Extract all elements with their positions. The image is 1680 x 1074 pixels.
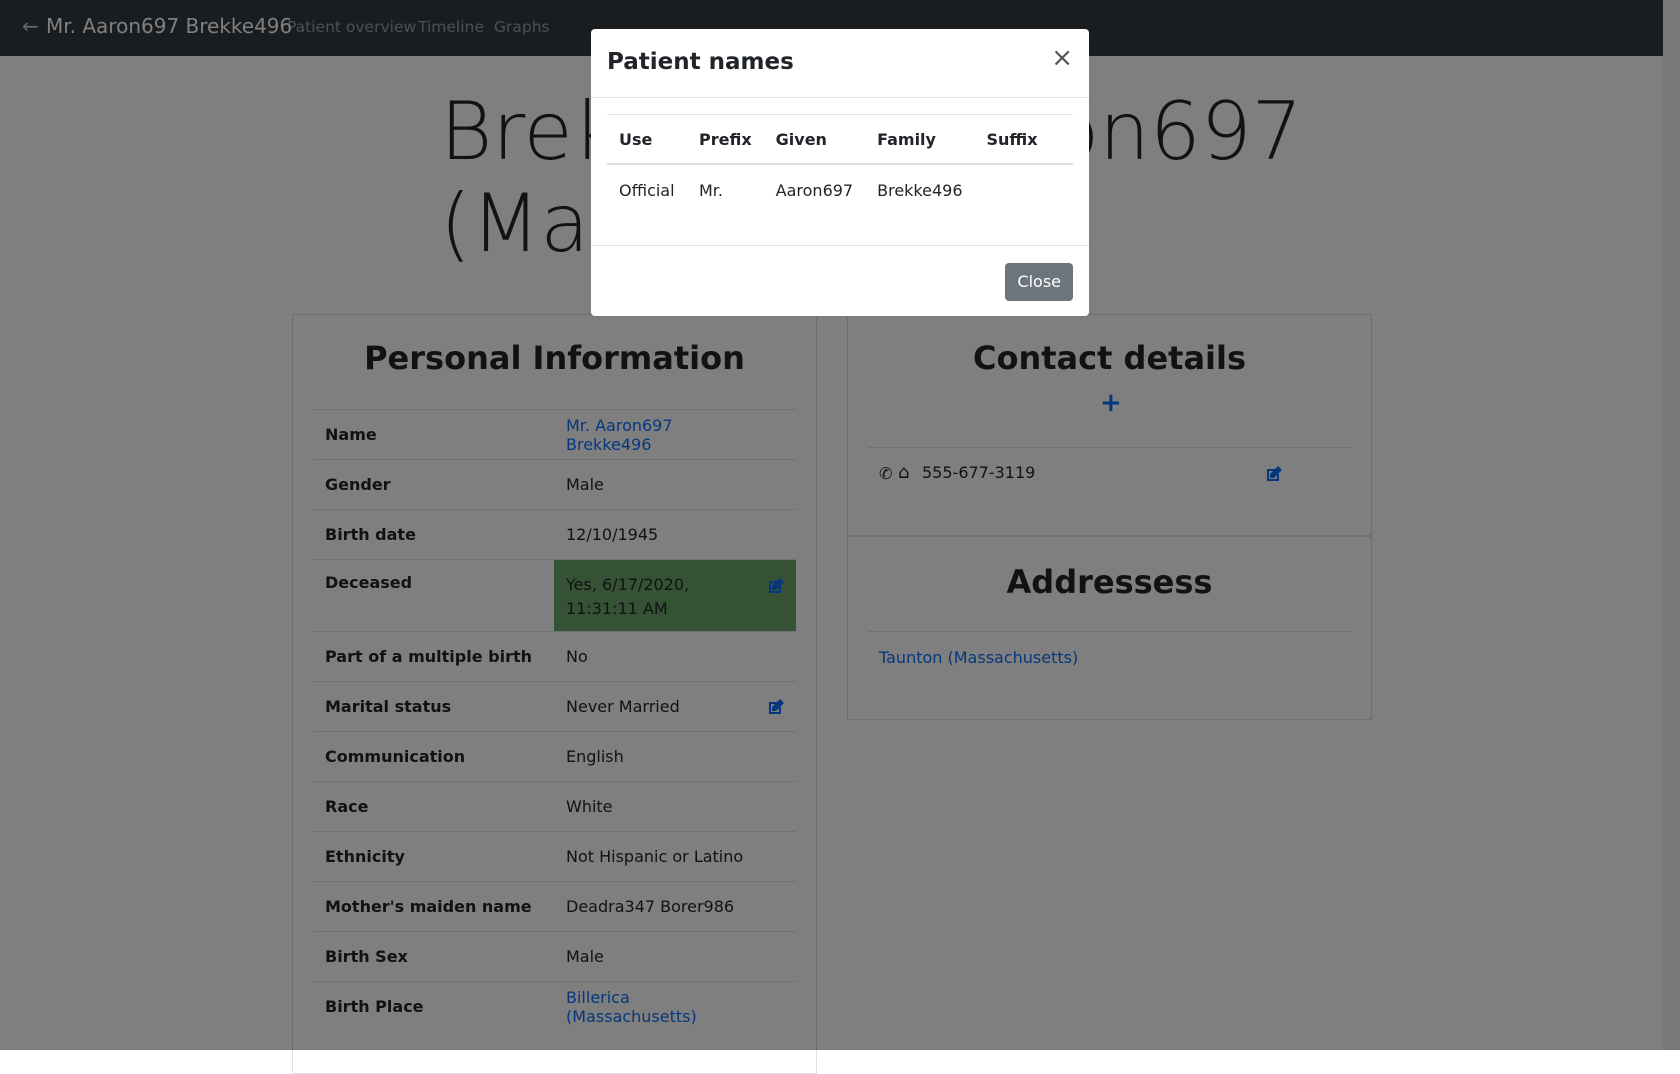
- table-row: Official Mr. Aaron697 Brekke496: [607, 164, 1073, 215]
- table-header-row: Use Prefix Given Family Suffix: [607, 114, 1073, 165]
- cell-given: Aaron697: [775, 180, 854, 200]
- modal-title: Patient names: [607, 49, 794, 75]
- column-header-suffix: Suffix: [974, 114, 1073, 165]
- cell-use: Official: [619, 180, 675, 200]
- close-button[interactable]: Close: [1005, 263, 1073, 301]
- column-header-use: Use: [607, 114, 687, 165]
- column-header-given: Given: [763, 114, 866, 165]
- cell-prefix: Mr.: [699, 180, 723, 200]
- patient-names-modal: Patient names × Use Prefix Given Family …: [591, 29, 1089, 316]
- cell-family: Brekke496: [877, 180, 963, 200]
- close-icon[interactable]: ×: [1051, 45, 1073, 71]
- modal-footer: Close: [591, 245, 1089, 317]
- modal-header: Patient names ×: [591, 29, 1089, 98]
- patient-names-table: Use Prefix Given Family Suffix Official …: [607, 114, 1073, 215]
- column-header-prefix: Prefix: [687, 114, 764, 165]
- column-header-family: Family: [865, 114, 975, 165]
- cell-suffix: [975, 164, 1074, 215]
